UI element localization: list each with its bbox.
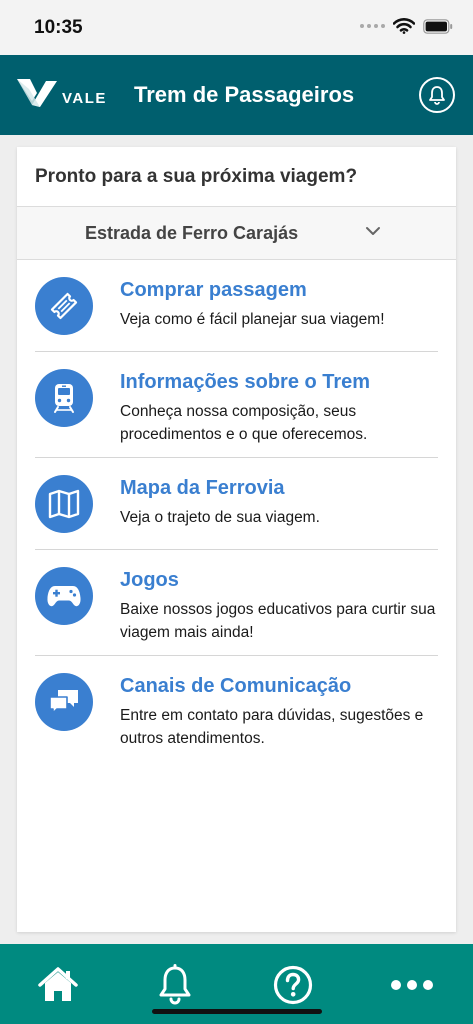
app-header: VALE Trem de Passageiros bbox=[0, 55, 473, 135]
gamepad-icon bbox=[47, 586, 81, 607]
menu-item-description: Veja como é fácil planejar sua viagem! bbox=[120, 311, 385, 328]
menu-item-title: Informações sobre o Trem bbox=[120, 371, 371, 393]
logo-text: VALE bbox=[62, 90, 107, 107]
main-card: Pronto para a sua próxima viagem? Estrad… bbox=[17, 147, 456, 932]
nav-help-button[interactable] bbox=[271, 963, 315, 1007]
vale-logo-icon bbox=[17, 79, 57, 107]
bell-icon bbox=[429, 86, 445, 105]
menu-item-description: Veja o trajeto de sua viagem. bbox=[120, 509, 320, 526]
menu-item-description: Entre em contato para dúvidas, sugestões… bbox=[120, 707, 424, 747]
nav-more-button[interactable] bbox=[390, 963, 434, 1007]
bell-icon bbox=[159, 964, 191, 1005]
menu-item-canais-comunicacao[interactable]: Canais de Comunicação Entre em contato p… bbox=[35, 656, 438, 762]
menu-item-description: Baixe nossos jogos educativos para curti… bbox=[120, 601, 436, 641]
menu-item-text: Informações sobre o Trem Conheça nossa c… bbox=[120, 371, 438, 446]
status-bar: 10:35 bbox=[0, 0, 473, 55]
train-icon-circle bbox=[35, 369, 93, 427]
menu-item-title: Jogos bbox=[120, 569, 179, 591]
menu-item-title: Mapa da Ferrovia bbox=[120, 477, 285, 499]
menu-list: Comprar passagem Veja como é fácil plane… bbox=[17, 260, 456, 762]
map-icon bbox=[48, 489, 80, 519]
menu-item-text: Mapa da Ferrovia Veja o trajeto de sua v… bbox=[120, 477, 438, 529]
chat-icon bbox=[49, 690, 78, 714]
menu-item-informacoes-trem[interactable]: Informações sobre o Trem Conheça nossa c… bbox=[35, 352, 438, 458]
status-time: 10:35 bbox=[34, 17, 83, 38]
menu-item-text: Comprar passagem Veja como é fácil plane… bbox=[120, 279, 438, 331]
train-icon bbox=[54, 384, 74, 413]
menu-item-text: Canais de Comunicação Entre em contato p… bbox=[120, 675, 438, 750]
battery-icon bbox=[423, 18, 453, 34]
route-selector[interactable]: Estrada de Ferro Carajás bbox=[17, 206, 456, 260]
page-title: Trem de Passageiros bbox=[134, 82, 355, 107]
nav-home-button[interactable] bbox=[36, 963, 80, 1007]
menu-item-jogos[interactable]: Jogos Baixe nossos jogos educativos para… bbox=[35, 550, 438, 656]
gamepad-icon-circle bbox=[35, 567, 93, 625]
menu-item-comprar-passagem[interactable]: Comprar passagem Veja como é fácil plane… bbox=[35, 260, 438, 352]
vale-logo: VALE bbox=[16, 77, 107, 109]
ticket-icon-circle bbox=[35, 277, 93, 335]
signal-icon bbox=[360, 24, 385, 28]
chat-icon-circle bbox=[35, 673, 93, 731]
chevron-down-icon bbox=[366, 227, 380, 235]
menu-item-mapa-ferrovia[interactable]: Mapa da Ferrovia Veja o trajeto de sua v… bbox=[35, 458, 438, 550]
home-icon bbox=[38, 967, 78, 1001]
wifi-icon bbox=[393, 18, 415, 34]
route-selector-value: Estrada de Ferro Carajás bbox=[85, 223, 299, 243]
ticket-icon bbox=[50, 292, 78, 320]
menu-item-title: Comprar passagem bbox=[120, 279, 307, 301]
help-icon bbox=[273, 965, 313, 1005]
more-icon bbox=[391, 980, 433, 990]
menu-item-description: Conheça nossa composição, seus procedime… bbox=[120, 403, 368, 443]
menu-item-title: Canais de Comunicação bbox=[120, 675, 352, 697]
status-icons bbox=[360, 18, 453, 34]
map-icon-circle bbox=[35, 475, 93, 533]
nav-notifications-button[interactable] bbox=[153, 963, 197, 1007]
menu-item-text: Jogos Baixe nossos jogos educativos para… bbox=[120, 569, 438, 644]
notifications-button[interactable] bbox=[419, 77, 455, 113]
home-indicator bbox=[152, 1009, 322, 1014]
card-heading: Pronto para a sua próxima viagem? bbox=[35, 166, 358, 187]
